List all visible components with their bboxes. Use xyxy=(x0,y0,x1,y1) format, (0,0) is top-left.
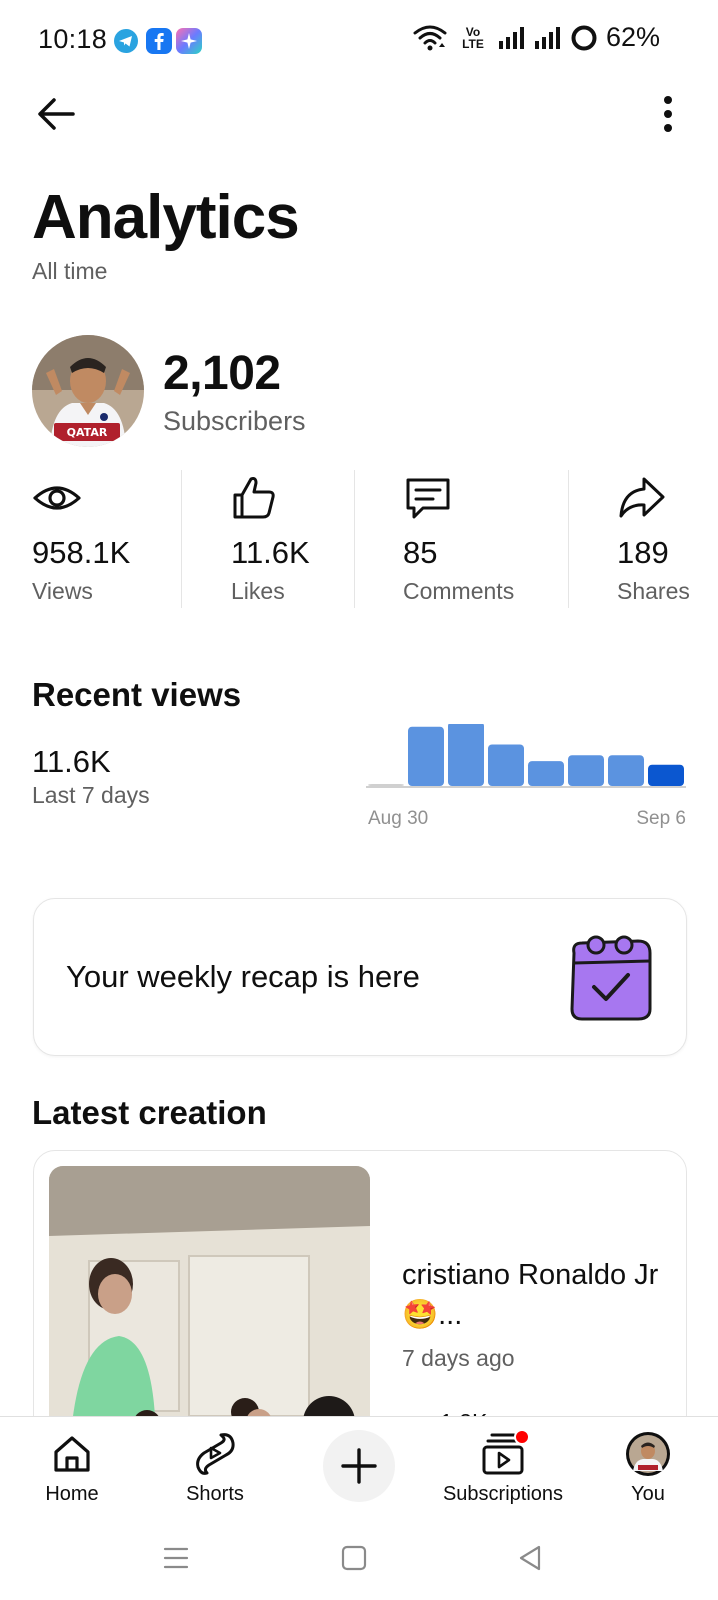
system-back-button[interactable] xyxy=(508,1536,552,1580)
avatar-jersey-text: QATAR xyxy=(67,426,108,439)
home-system-button[interactable] xyxy=(332,1536,376,1580)
stat-value: 11.6K xyxy=(231,535,310,570)
battery-ring-icon xyxy=(571,25,597,50)
nav-home[interactable]: Home xyxy=(36,1417,108,1517)
chart-bar xyxy=(568,755,604,786)
wifi-icon xyxy=(413,25,447,50)
square-icon xyxy=(341,1545,367,1571)
create-button[interactable] xyxy=(323,1430,395,1502)
recent-views-period: Last 7 days xyxy=(32,782,150,808)
stat-label: Views xyxy=(32,578,93,604)
home-icon xyxy=(49,1431,95,1477)
stat-label: Comments xyxy=(403,578,515,604)
chart-bar xyxy=(448,724,484,786)
stat-label: Likes xyxy=(231,578,285,604)
status-indicators: Vo LTE 62% xyxy=(412,22,660,53)
stat-value: 189 xyxy=(617,535,669,570)
stat-divider xyxy=(568,470,569,608)
page-subtitle: All time xyxy=(32,258,108,284)
chart-bar xyxy=(608,755,644,786)
recent-views-value: 11.6K xyxy=(32,744,111,779)
chart-bar xyxy=(488,744,524,786)
recap-text: Your weekly recap is here xyxy=(66,959,420,994)
android-navigation-bar xyxy=(0,1516,718,1600)
stat-label: Shares xyxy=(617,578,690,604)
profile-avatar-icon xyxy=(625,1431,671,1477)
nav-you[interactable]: You xyxy=(610,1417,686,1517)
stat-value: 85 xyxy=(403,535,438,570)
stats-row: 958.1K Views 11.6K Likes 85 Comments 189… xyxy=(0,470,718,610)
recent-apps-button[interactable] xyxy=(154,1536,198,1580)
latest-creation-title: Latest creation xyxy=(32,1094,267,1131)
nav-subscriptions[interactable]: Subscriptions xyxy=(432,1417,574,1517)
eye-icon xyxy=(33,486,81,510)
stat-value: 958.1K xyxy=(32,535,131,570)
menu-lines-icon xyxy=(163,1547,189,1569)
nav-label: Subscriptions xyxy=(442,1483,564,1505)
thumbs-up-icon xyxy=(233,477,275,519)
facebook-icon xyxy=(146,28,172,54)
chart-x-end-label: Sep 6 xyxy=(636,808,686,829)
weekly-recap-card[interactable]: Your weekly recap is here xyxy=(33,898,687,1056)
signal-icon-2 xyxy=(534,26,560,49)
calendar-check-icon xyxy=(570,935,652,1021)
telegram-icon xyxy=(114,29,138,53)
notification-dot xyxy=(514,1429,530,1445)
volte-icon: Vo LTE xyxy=(462,24,484,51)
page-title: Analytics xyxy=(32,183,300,252)
status-bar: 10:18 Vo LTE 62% xyxy=(0,0,718,80)
subscriber-label: Subscribers xyxy=(163,406,306,436)
plus-icon xyxy=(341,1448,377,1484)
comment-icon xyxy=(406,478,450,519)
triangle-back-icon xyxy=(519,1545,541,1571)
video-title: cristiano Ronaldo Jr 🤩... xyxy=(402,1259,659,1331)
nav-label: Shorts xyxy=(186,1483,244,1505)
more-options-button[interactable] xyxy=(648,88,688,140)
stat-divider xyxy=(354,470,355,608)
chart-x-start-label: Aug 30 xyxy=(368,808,429,829)
channel-avatar: QATAR xyxy=(32,335,144,447)
status-time: 10:18 xyxy=(38,24,108,54)
nav-label: Home xyxy=(45,1483,99,1505)
signal-icon-1 xyxy=(498,26,524,49)
chart-bar xyxy=(648,764,684,786)
battery-percent: 62% xyxy=(605,22,660,52)
nav-shorts[interactable]: Shorts xyxy=(172,1417,258,1517)
more-vert-icon xyxy=(664,96,672,132)
share-icon xyxy=(619,477,665,518)
chart-bar xyxy=(528,761,564,786)
back-button[interactable] xyxy=(30,88,82,140)
recent-views-title: Recent views xyxy=(32,676,242,713)
subscriber-count: 2,102 xyxy=(163,347,281,400)
nav-label: You xyxy=(631,1483,665,1505)
shorts-icon xyxy=(192,1431,238,1477)
chart-bar xyxy=(368,784,404,786)
back-arrow-icon xyxy=(38,98,75,130)
chart-bar xyxy=(408,726,444,786)
subscriptions-icon xyxy=(480,1429,530,1477)
stat-divider xyxy=(181,470,182,608)
app-notification-icon xyxy=(176,28,202,54)
video-date: 7 days ago xyxy=(402,1345,515,1371)
